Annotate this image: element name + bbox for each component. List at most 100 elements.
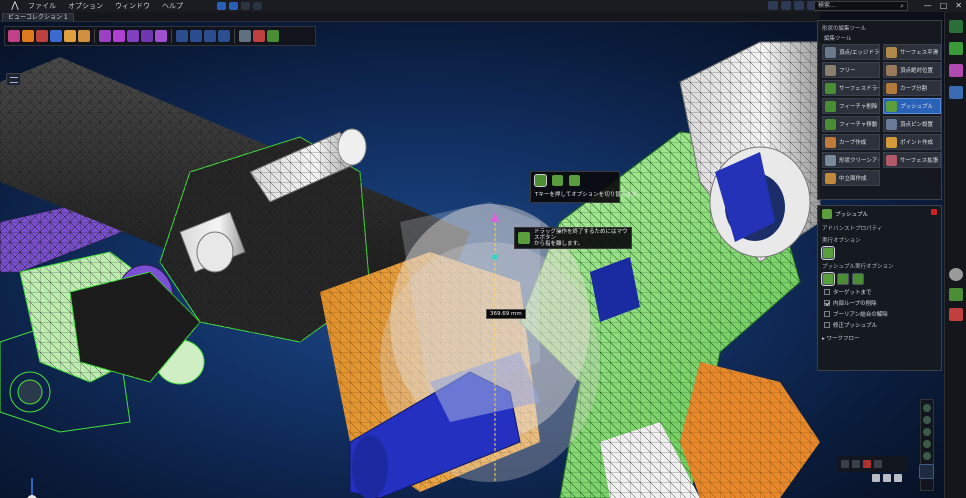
tool-button[interactable]: ポイント作成 xyxy=(883,134,941,150)
nav-view-icon[interactable] xyxy=(923,452,931,460)
advanced-properties-header[interactable]: アドバンストプロパティ xyxy=(818,222,941,234)
filter-5-icon[interactable] xyxy=(155,30,167,42)
grid-tool-icon[interactable] xyxy=(874,460,882,468)
select-mode-1-icon[interactable] xyxy=(176,30,188,42)
render-sphere-icon[interactable] xyxy=(949,268,963,281)
materials-icon[interactable] xyxy=(949,64,963,77)
checkbox-row[interactable]: 内部ループの削除 xyxy=(818,297,941,308)
select-mode-4-icon[interactable] xyxy=(218,30,230,42)
exec-option-icon[interactable] xyxy=(821,246,835,260)
menu-window[interactable]: ウィンドウ xyxy=(109,0,156,12)
color-icon[interactable] xyxy=(949,308,963,321)
tab-view-collection[interactable]: ビューコレクション 1 xyxy=(2,13,74,22)
checkbox[interactable] xyxy=(824,288,830,295)
view-top-icon[interactable] xyxy=(883,474,891,482)
pushpull-option-3-icon[interactable] xyxy=(569,175,580,186)
tool-button[interactable]: フィーチャ削除 xyxy=(822,98,880,114)
undo-icon[interactable] xyxy=(217,2,226,10)
tool-button[interactable]: サーフェス平滑 xyxy=(883,44,941,60)
search-icon[interactable]: ⌕ xyxy=(900,2,904,10)
view-front-icon[interactable] xyxy=(872,474,880,482)
checkbox[interactable] xyxy=(824,310,830,317)
menu-file[interactable]: ファイル xyxy=(22,0,62,12)
tools-panel-subheader[interactable]: 編集ツール xyxy=(818,33,941,44)
tool-button[interactable]: プッシュプル xyxy=(883,98,941,114)
tool-button[interactable]: 形状クリーンアップ xyxy=(822,152,880,168)
tool-button[interactable]: カーブ分割 xyxy=(883,80,941,96)
feature-2-icon[interactable] xyxy=(253,30,265,42)
nav-fit-icon[interactable] xyxy=(923,440,931,448)
window-controls: — □ ✕ xyxy=(924,0,962,12)
tool-button[interactable]: 中立面作成 xyxy=(822,170,880,186)
pushpull-option-1-icon[interactable] xyxy=(534,174,547,187)
close-panel-icon[interactable] xyxy=(931,209,937,215)
transform-mode-button[interactable] xyxy=(919,464,934,479)
tool-button[interactable]: 頂点絶対位置 xyxy=(883,62,941,78)
nav-zoom-icon[interactable] xyxy=(923,428,931,436)
select-mode-2-icon[interactable] xyxy=(190,30,202,42)
checkbox-row[interactable]: ターゲットまで xyxy=(818,286,941,297)
pushpull-option-2-icon[interactable] xyxy=(552,175,563,186)
nav-rotate-icon[interactable] xyxy=(923,404,931,412)
tool-button[interactable]: 頂点ピン設置 xyxy=(883,116,941,132)
redo-icon[interactable] xyxy=(229,2,238,10)
clip-tool-icon[interactable] xyxy=(863,460,871,468)
properties-icon[interactable] xyxy=(949,86,963,99)
tool-label: サーフェス平滑 xyxy=(900,50,939,56)
workflow-expander[interactable]: ▸ ワークフロー xyxy=(818,330,941,346)
checkbox[interactable] xyxy=(824,299,830,306)
select-edge-icon[interactable] xyxy=(50,30,62,42)
filter-1-icon[interactable] xyxy=(99,30,111,42)
close-button[interactable]: ✕ xyxy=(955,0,962,12)
save-icon[interactable] xyxy=(253,2,262,10)
select-vertex-icon[interactable] xyxy=(64,30,76,42)
feature-1-icon[interactable] xyxy=(239,30,251,42)
edit-tools-icon[interactable] xyxy=(949,42,963,55)
select-body-icon[interactable] xyxy=(22,30,34,42)
menu-options[interactable]: オプション xyxy=(62,0,109,12)
tool-button[interactable]: フリー xyxy=(822,62,880,78)
rebuild-icon[interactable] xyxy=(241,2,250,10)
dimension-label[interactable]: 369.69 mm xyxy=(486,309,526,319)
tooltip-option-icons xyxy=(531,172,619,189)
maximize-button[interactable]: □ xyxy=(940,0,948,12)
filter-4-icon[interactable] xyxy=(141,30,153,42)
snap-icon[interactable] xyxy=(768,1,778,10)
tool-button[interactable]: カーブ作成 xyxy=(822,134,880,150)
drag-vertex-icon xyxy=(825,46,836,58)
tool-button[interactable]: サーフェス拡張 xyxy=(883,152,941,168)
select-face-icon[interactable] xyxy=(36,30,48,42)
checkbox[interactable] xyxy=(824,321,830,328)
3d-viewport[interactable]: Tキーを押してオプションを切り替えます。 ドラッグ操作を終了するためにはマウスボ… xyxy=(0,22,946,498)
search-input[interactable]: 検索... ⌕ xyxy=(814,1,908,11)
section-icon[interactable] xyxy=(794,1,804,10)
section-tool-icon[interactable] xyxy=(852,460,860,468)
tool-button[interactable]: 頂点/エッジドラッグ xyxy=(822,44,880,60)
nav-pan-icon[interactable] xyxy=(923,416,931,424)
model-tree-icon[interactable] xyxy=(949,20,963,33)
view-list-button[interactable] xyxy=(6,73,21,86)
measure-tool-icon[interactable] xyxy=(841,460,849,468)
tool-button[interactable]: フィーチャ移動 xyxy=(822,116,880,132)
checkbox-row[interactable]: 修正プッシュプル xyxy=(818,319,941,330)
pushpull-mode-3-icon[interactable] xyxy=(852,273,864,285)
display-mode-icon[interactable] xyxy=(949,288,963,301)
select-mode-3-icon[interactable] xyxy=(204,30,216,42)
feature-3-icon[interactable] xyxy=(267,30,279,42)
tool-label: 中立面作成 xyxy=(839,176,867,182)
select-all-icon[interactable] xyxy=(8,30,20,42)
pushpull-mode-1-icon[interactable] xyxy=(821,272,835,286)
pushpull-mode-2-icon[interactable] xyxy=(837,273,849,285)
tools-panel-header[interactable]: 形状の編集ツール xyxy=(818,21,941,33)
surface-drive-icon xyxy=(825,82,836,94)
minimize-button[interactable]: — xyxy=(924,0,932,12)
select-point-icon[interactable] xyxy=(78,30,90,42)
filter-3-icon[interactable] xyxy=(127,30,139,42)
view-iso-icon[interactable] xyxy=(894,474,902,482)
filter-2-icon[interactable] xyxy=(113,30,125,42)
menu-help[interactable]: ヘルプ xyxy=(156,0,189,12)
checkbox-label: ブーリアン結合の解除 xyxy=(833,311,888,318)
checkbox-row[interactable]: ブーリアン結合の解除 xyxy=(818,308,941,319)
measure-icon[interactable] xyxy=(781,1,791,10)
tool-button[interactable]: サーフェスドライブ xyxy=(822,80,880,96)
